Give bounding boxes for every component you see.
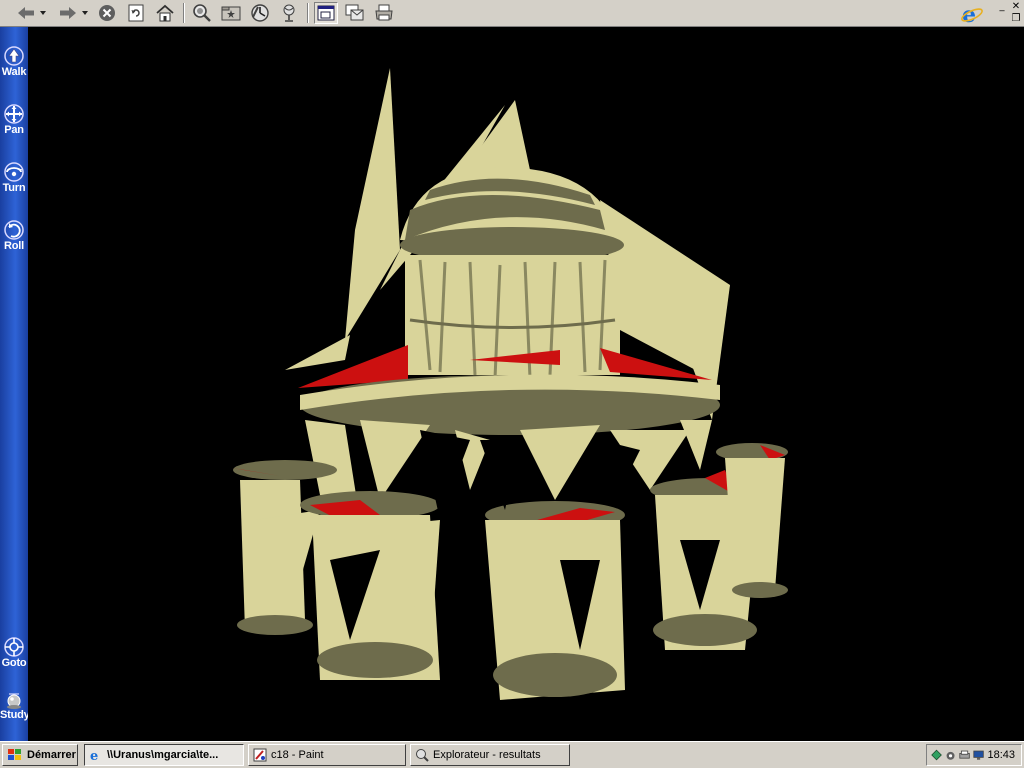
ie-icon: e xyxy=(90,749,98,762)
turn-icon xyxy=(4,162,24,182)
task-browser-label: \\Uranus\mgarcia\te... xyxy=(107,749,219,761)
minimize-button[interactable]: _ xyxy=(996,1,1008,13)
study-button[interactable]: Study xyxy=(0,688,30,721)
restore-button[interactable]: ❐ xyxy=(1010,13,1022,25)
network-icon[interactable] xyxy=(931,748,942,762)
history-button[interactable] xyxy=(248,2,272,24)
search-button[interactable] xyxy=(190,2,214,24)
home-icon xyxy=(156,4,174,22)
monitor-tray-icon[interactable] xyxy=(973,748,985,762)
windows-logo-icon xyxy=(8,749,21,760)
volume-icon[interactable] xyxy=(945,748,956,762)
taskbar: Démarrer e \\Uranus\mgarcia\te... c18 - … xyxy=(0,741,1024,768)
toolbar-separator xyxy=(307,3,309,23)
study-icon xyxy=(7,693,21,709)
print-button[interactable] xyxy=(372,2,396,24)
paint-icon xyxy=(253,748,267,762)
vrml-viewport[interactable] xyxy=(28,27,1024,741)
model-dome xyxy=(400,167,625,263)
ie-icon: e xyxy=(961,3,983,25)
walk-button[interactable]: Walk xyxy=(0,45,28,78)
window-controls: _ ✕ ❐ xyxy=(996,0,1024,27)
fullscreen-icon xyxy=(317,5,335,21)
pan-label: Pan xyxy=(4,124,24,136)
study-label: Study xyxy=(0,709,30,721)
fullscreen-button[interactable] xyxy=(314,2,338,24)
channels-icon xyxy=(283,4,295,22)
forward-button[interactable] xyxy=(56,2,90,24)
print-icon xyxy=(375,4,393,21)
start-button[interactable]: Démarrer xyxy=(2,744,78,766)
roll-label: Roll xyxy=(4,240,24,252)
search-icon xyxy=(193,4,211,22)
walk-icon xyxy=(4,46,24,66)
turn-button[interactable]: Turn xyxy=(0,161,28,194)
task-explorer-label: Explorateur - resultats xyxy=(433,749,541,761)
stop-icon xyxy=(99,5,115,21)
refresh-icon xyxy=(128,4,144,22)
toolbar-separator xyxy=(183,3,185,23)
task-explorer[interactable]: Explorateur - resultats xyxy=(410,744,570,766)
favorites-icon xyxy=(221,6,241,21)
navigation-panel: Walk Pan Turn Roll Goto Study xyxy=(0,27,30,741)
refresh-button[interactable] xyxy=(124,2,148,24)
ie-logo: e xyxy=(952,0,992,27)
forward-icon xyxy=(60,7,88,19)
svg-text:e: e xyxy=(90,749,98,762)
close-button[interactable]: ✕ xyxy=(1010,1,1022,13)
goto-icon xyxy=(4,637,24,657)
stop-button[interactable] xyxy=(95,2,119,24)
start-label: Démarrer xyxy=(27,749,76,761)
pan-button[interactable]: Pan xyxy=(0,103,28,136)
model-front-left-rotunda xyxy=(300,491,440,680)
goto-button[interactable]: Goto xyxy=(0,636,28,669)
roll-button[interactable]: Roll xyxy=(0,219,28,252)
home-button[interactable] xyxy=(153,2,177,24)
channels-button[interactable] xyxy=(277,2,301,24)
model-front-center-rotunda xyxy=(485,501,625,700)
svg-text:e: e xyxy=(962,3,976,25)
back-button[interactable] xyxy=(14,2,48,24)
history-icon xyxy=(251,4,269,22)
system-tray: 18:43 xyxy=(926,744,1022,766)
clock: 18:43 xyxy=(987,749,1015,761)
printer-tray-icon[interactable] xyxy=(959,748,970,762)
walk-label: Walk xyxy=(1,66,27,78)
back-icon xyxy=(18,7,46,19)
browser-toolbar: e _ ✕ ❐ xyxy=(0,0,1024,27)
explorer-icon xyxy=(416,749,429,762)
turn-label: Turn xyxy=(2,182,26,194)
mail-button[interactable] xyxy=(343,2,367,24)
3d-building-model xyxy=(232,68,788,700)
mail-icon xyxy=(345,4,364,21)
goto-label: Goto xyxy=(1,657,27,669)
task-browser[interactable]: e \\Uranus\mgarcia\te... xyxy=(84,744,244,766)
roll-icon xyxy=(4,220,24,240)
task-paint-label: c18 - Paint xyxy=(271,749,324,761)
pan-icon xyxy=(4,104,24,124)
favorites-button[interactable] xyxy=(219,2,243,24)
task-paint[interactable]: c18 - Paint xyxy=(248,744,406,766)
